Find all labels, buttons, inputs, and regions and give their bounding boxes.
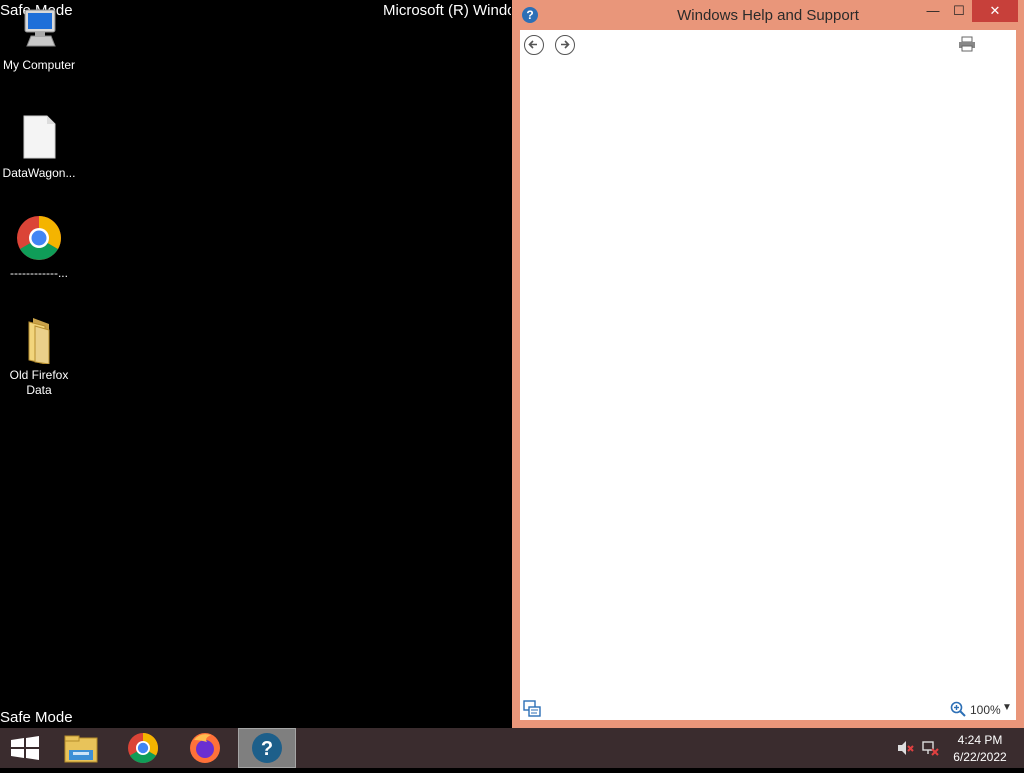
back-button[interactable]: [524, 35, 544, 55]
desktop-icon-chrome[interactable]: ------------...: [0, 214, 78, 281]
taskbar-firefox[interactable]: [178, 728, 234, 768]
maximize-button[interactable]: ☐: [944, 0, 974, 22]
clock-date[interactable]: 6/22/2022: [945, 750, 1015, 765]
printer-icon: [959, 36, 975, 52]
zoom-icon: [950, 701, 966, 717]
clock-time[interactable]: 4:24 PM: [945, 733, 1015, 748]
start-icon: [11, 736, 39, 760]
arrow-left-icon: [528, 40, 537, 49]
ask-button[interactable]: [523, 700, 541, 718]
desktop-icon-label: Old Firefox Data: [9, 368, 69, 397]
chrome-icon: [128, 733, 159, 764]
safe-mode-label-bottom: Safe Mode: [0, 709, 73, 726]
chrome-icon: [15, 214, 63, 262]
svg-text:?: ?: [261, 738, 273, 760]
help-content-area: 100% ▼: [520, 30, 1016, 720]
volume-muted-icon[interactable]: [897, 740, 915, 756]
start-button[interactable]: [0, 728, 56, 768]
forward-button[interactable]: [555, 35, 575, 55]
ask-icon: [523, 700, 541, 717]
file-icon: [15, 114, 63, 162]
window-title-bar[interactable]: ? Windows Help and Support — ☐ ✕: [512, 0, 1024, 30]
file-explorer-icon: [64, 735, 98, 763]
print-button[interactable]: [958, 36, 976, 52]
help-window: ? Windows Help and Support — ☐ ✕ 100% ▼: [512, 0, 1024, 728]
zoom-control[interactable]: 100% ▼: [950, 701, 1014, 719]
taskbar-help-support[interactable]: ?: [238, 728, 296, 768]
taskbar: ? 4:24 PM 6/22/2022: [0, 728, 1024, 768]
taskbar-file-explorer[interactable]: [54, 728, 110, 768]
desktop-icon-my-computer[interactable]: My Computer: [0, 6, 78, 73]
help-icon: ?: [252, 733, 282, 763]
zoom-level: 100%: [970, 703, 1001, 717]
desktop-icon-label: ------------...: [10, 266, 68, 280]
network-disconnected-icon[interactable]: [921, 740, 939, 756]
desktop-icon-old-firefox-data[interactable]: Old Firefox Data: [0, 316, 78, 398]
desktop-icon-label: My Computer: [2, 58, 76, 72]
computer-icon: [15, 6, 63, 54]
taskbar-chrome[interactable]: [116, 728, 172, 768]
close-button[interactable]: ✕: [972, 0, 1018, 22]
desktop-icon-label: DataWagon...: [2, 166, 76, 180]
folder-icon: [15, 316, 63, 365]
arrow-right-icon: [561, 40, 570, 49]
chevron-down-icon: ▼: [1002, 702, 1012, 713]
os-banner: Microsoft (R) Windo: [383, 2, 511, 19]
desktop-icon-datawagon[interactable]: DataWagon...: [0, 114, 78, 181]
firefox-icon: [190, 733, 220, 763]
